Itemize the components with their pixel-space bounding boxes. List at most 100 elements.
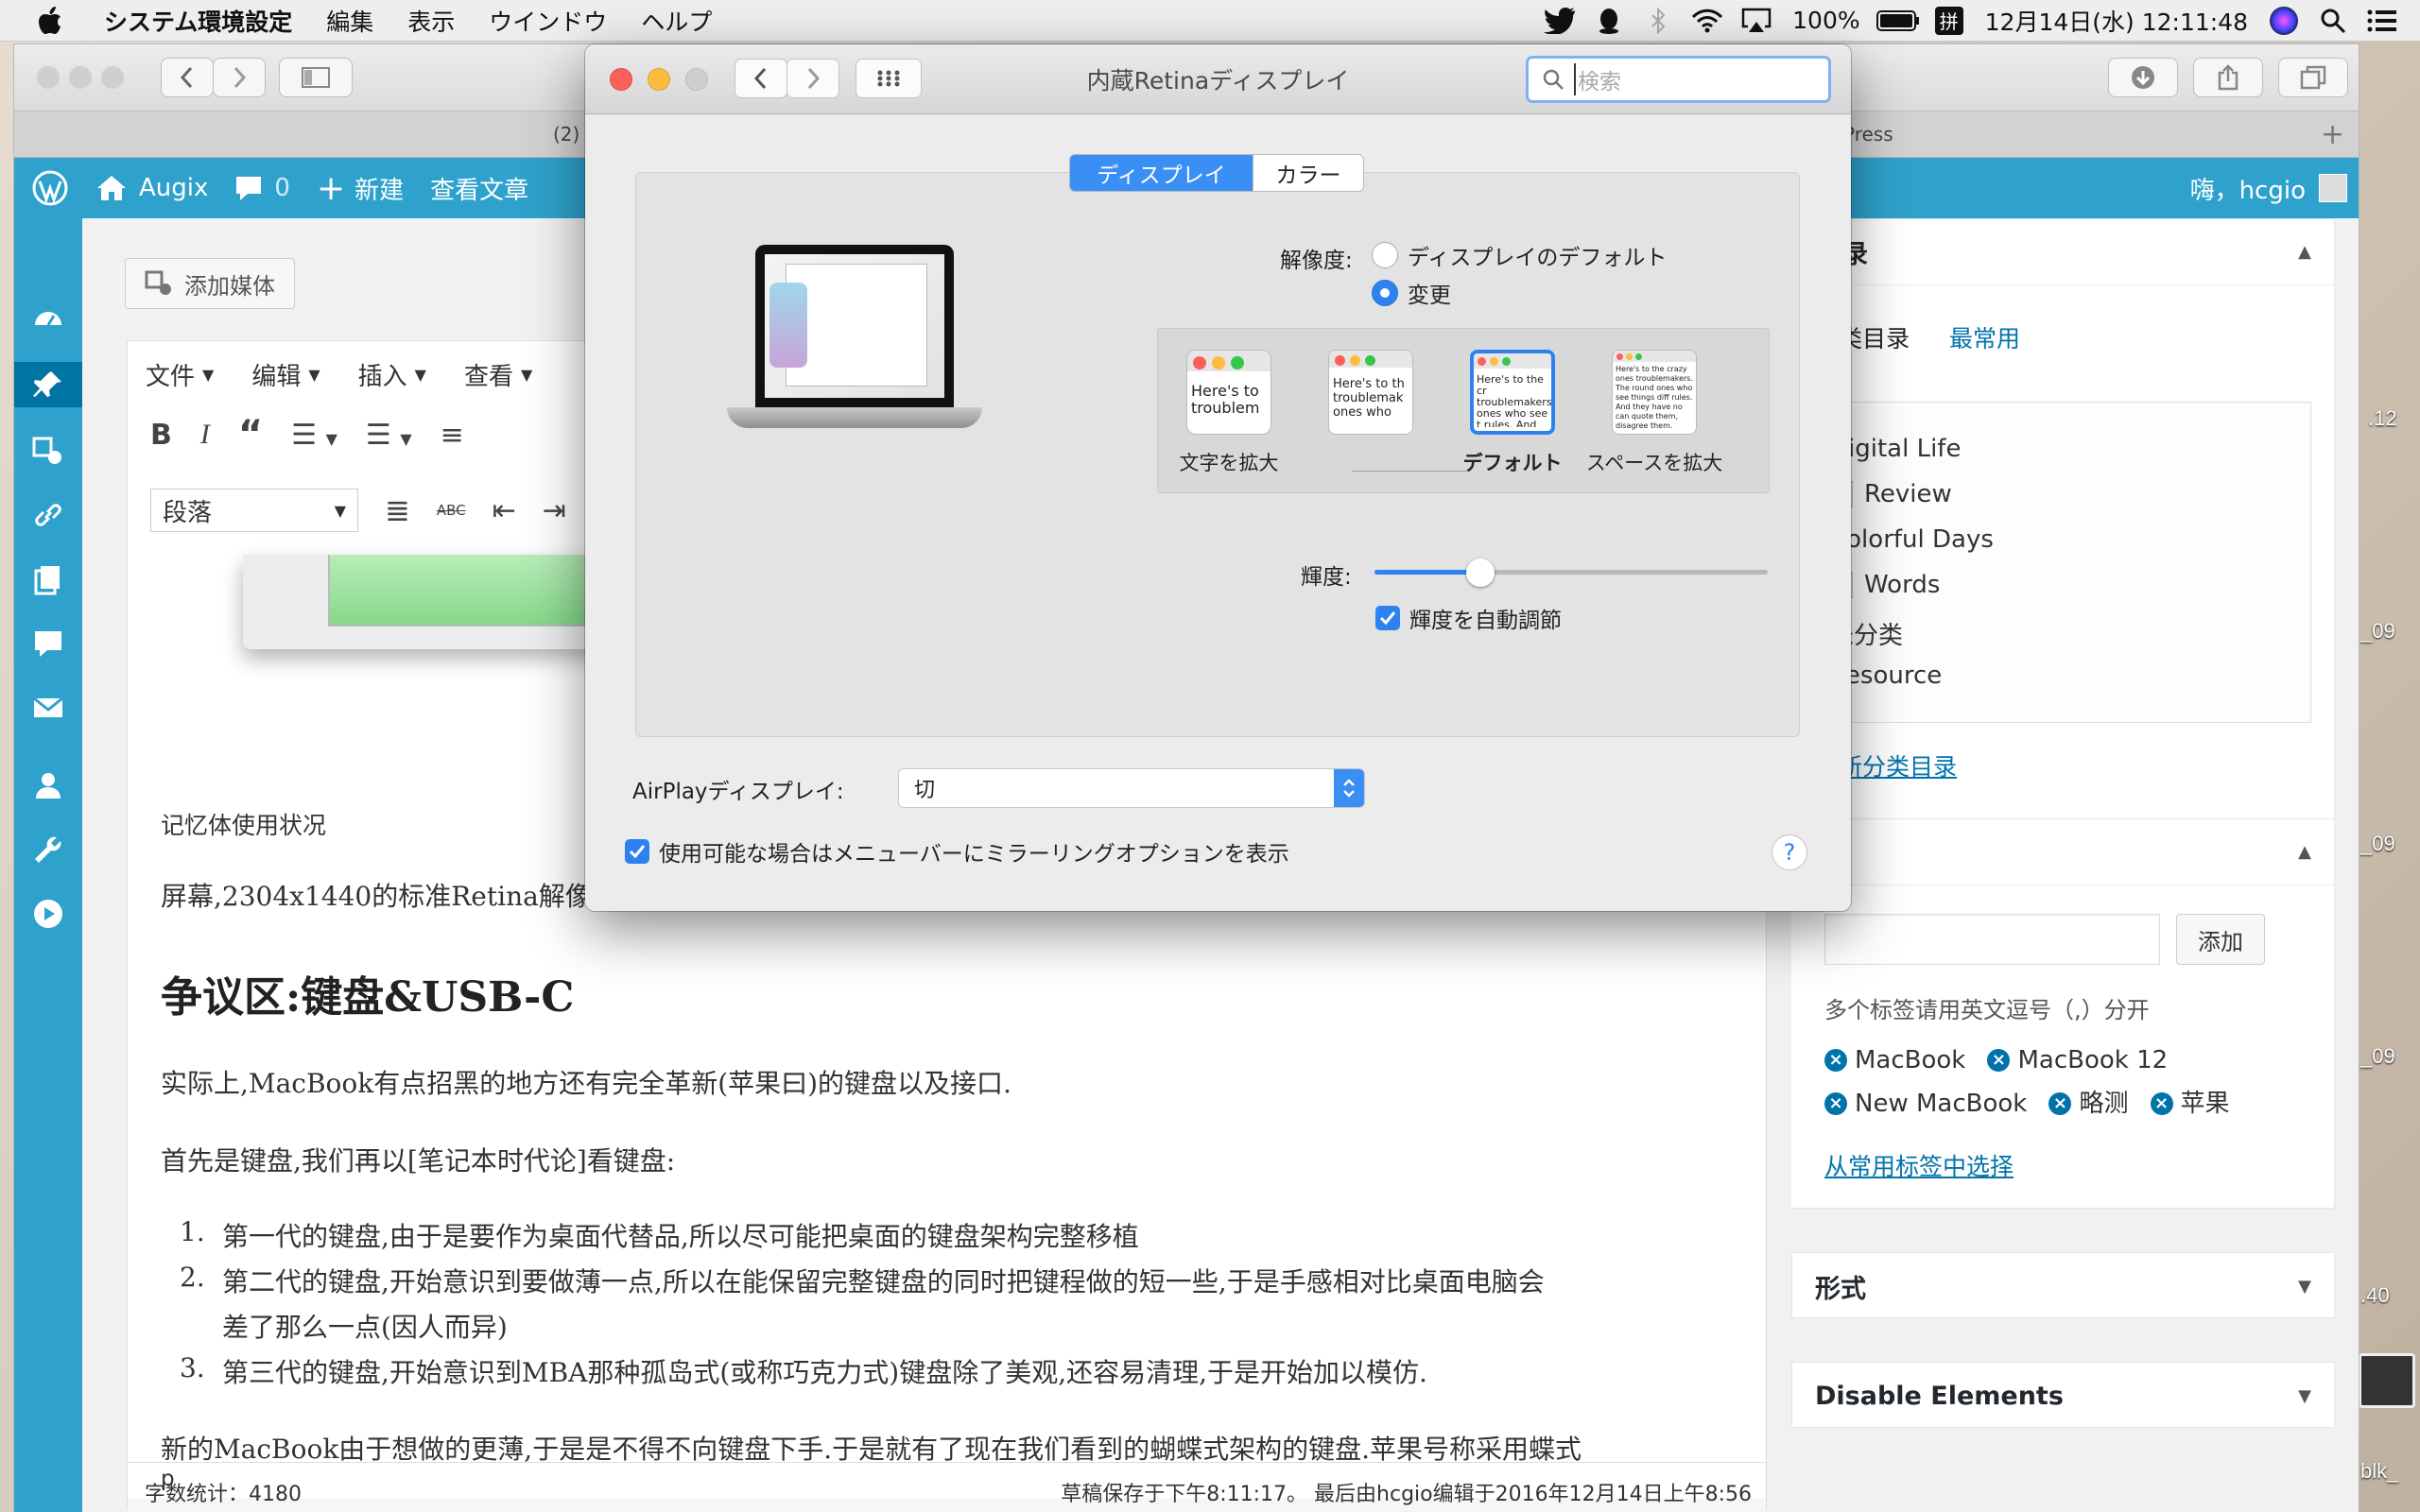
mirror-checkbox[interactable] bbox=[625, 839, 649, 864]
resolution-default-option[interactable]: ディスプレイのデフォルト bbox=[1372, 239, 1667, 271]
prefs-search-field[interactable]: 検索 bbox=[1526, 56, 1831, 103]
back-button[interactable] bbox=[161, 58, 214, 97]
airplay-select[interactable]: 切 bbox=[898, 768, 1365, 808]
downloads-icon[interactable] bbox=[2108, 58, 2178, 97]
menu-window[interactable]: ウインドウ bbox=[472, 0, 624, 41]
disable-elements-title[interactable]: Disable Elements ▼ bbox=[1792, 1363, 2334, 1429]
siri-icon[interactable] bbox=[2259, 0, 2308, 42]
prefs-minimize-button[interactable] bbox=[648, 68, 670, 91]
tabs-overview-icon[interactable] bbox=[2278, 58, 2348, 97]
menu-view[interactable]: 表示 bbox=[390, 0, 472, 41]
wordpress-logo-icon[interactable] bbox=[14, 158, 82, 218]
italic-icon[interactable]: I bbox=[200, 419, 210, 451]
view-post-link[interactable]: 查看文章 bbox=[417, 158, 542, 218]
bold-icon[interactable]: B bbox=[150, 419, 172, 452]
account-menu[interactable]: 嗨，hcgio bbox=[2177, 158, 2359, 218]
numbered-list-icon[interactable]: ☰ ▼ bbox=[366, 419, 412, 452]
remove-tag-icon[interactable]: × bbox=[1987, 1049, 2011, 1072]
prefs-back-button[interactable] bbox=[735, 59, 787, 98]
auto-brightness-checkbox[interactable] bbox=[1375, 606, 1400, 630]
scale-option-larger-text[interactable]: Here's to troublem 文字を拡大 bbox=[1158, 350, 1300, 476]
scale-option-2[interactable]: Here's to th troublemak ones who bbox=[1300, 350, 1442, 448]
add-tag-button[interactable]: 添加 bbox=[2176, 914, 2265, 965]
users-icon[interactable] bbox=[26, 763, 71, 808]
battery-icon[interactable] bbox=[1872, 0, 1925, 42]
strikethrough-icon[interactable]: ABC bbox=[437, 502, 466, 519]
remove-tag-icon[interactable]: × bbox=[1824, 1092, 1847, 1115]
tab-left[interactable]: (2) bbox=[553, 112, 579, 157]
blockquote-icon[interactable]: “ bbox=[238, 413, 263, 456]
new-tag-input[interactable] bbox=[1824, 914, 2160, 965]
format-select[interactable]: 段落 ▼ bbox=[150, 489, 358, 532]
site-home-link[interactable]: Augix bbox=[82, 158, 221, 218]
menu-edit-mce[interactable]: 编辑 ▼ bbox=[233, 357, 338, 392]
scale-option-more-space[interactable]: Here's to the crazy ones troublemakers. … bbox=[1583, 350, 1725, 476]
categories-title[interactable]: 类目录▲ bbox=[1791, 219, 2334, 285]
prefs-close-button[interactable] bbox=[610, 68, 632, 91]
comments-link[interactable]: 0 bbox=[221, 158, 303, 218]
bullet-list-icon[interactable]: ☰ ▼ bbox=[291, 419, 337, 452]
menu-insert[interactable]: 插入 ▼ bbox=[339, 357, 445, 392]
prefs-zoom-button[interactable] bbox=[685, 68, 708, 91]
justify-icon[interactable]: ≣ bbox=[385, 492, 410, 528]
indent-icon[interactable]: ⇥ bbox=[543, 494, 566, 527]
clock[interactable]: 12月14日(水) 12:11:48 bbox=[1974, 4, 2259, 38]
radio-default-resolution[interactable] bbox=[1372, 242, 1398, 268]
outdent-icon[interactable]: ⇤ bbox=[493, 494, 516, 527]
triangle-up-icon[interactable]: ▲ bbox=[2298, 242, 2311, 262]
triangle-down-icon[interactable]: ▼ bbox=[2298, 1277, 2311, 1297]
play-icon[interactable] bbox=[26, 891, 71, 936]
add-media-button[interactable]: 添加媒体 bbox=[125, 258, 295, 309]
links-icon[interactable] bbox=[26, 492, 71, 538]
media-icon[interactable] bbox=[26, 428, 71, 473]
triangle-up-icon[interactable]: ▲ bbox=[2298, 842, 2311, 862]
zoom-button[interactable] bbox=[101, 66, 124, 89]
wifi-icon[interactable] bbox=[1683, 0, 1732, 42]
show-all-grid-icon[interactable] bbox=[856, 59, 922, 98]
qq-icon[interactable] bbox=[1584, 0, 1634, 42]
tab-color[interactable]: カラー bbox=[1253, 155, 1363, 191]
twitter-icon[interactable] bbox=[1535, 0, 1584, 42]
menu-help[interactable]: ヘルプ bbox=[624, 0, 729, 41]
apple-menu-icon[interactable] bbox=[0, 0, 87, 41]
tools-icon[interactable] bbox=[26, 827, 71, 872]
spotlight-icon[interactable] bbox=[2308, 0, 2358, 42]
remove-tag-icon[interactable]: × bbox=[1824, 1049, 1847, 1072]
help-button[interactable]: ? bbox=[1772, 834, 1807, 870]
pages-icon[interactable] bbox=[26, 557, 71, 602]
resolution-scaled-option[interactable]: 変更 bbox=[1372, 277, 1451, 309]
menu-app-name[interactable]: システム環境設定 bbox=[87, 0, 309, 41]
desktop-file-thumbnail[interactable] bbox=[2359, 1353, 2415, 1408]
menu-view-mce[interactable]: 查看 ▼ bbox=[445, 357, 551, 392]
scale-option-default[interactable]: Here's to the cr troublemakers. ones who… bbox=[1442, 350, 1583, 476]
tab-popular-categories[interactable]: 最常用 bbox=[1949, 320, 2020, 354]
share-icon[interactable] bbox=[2193, 58, 2263, 97]
align-left-icon[interactable]: ≡ bbox=[441, 419, 464, 452]
minimize-button[interactable] bbox=[69, 66, 92, 89]
input-method-icon[interactable]: 拼 bbox=[1925, 0, 1974, 42]
auto-brightness-option[interactable]: 輝度を自動調節 bbox=[1375, 602, 1562, 634]
remove-tag-icon[interactable]: × bbox=[2048, 1092, 2072, 1115]
choose-common-tags-link[interactable]: 从常用标签中选择 bbox=[1824, 1148, 2014, 1182]
remove-tag-icon[interactable]: × bbox=[2150, 1092, 2173, 1115]
mirror-option[interactable]: 使用可能な場合はメニューバーにミラーリングオプションを表示 bbox=[625, 835, 1289, 868]
bluetooth-icon[interactable] bbox=[1634, 0, 1683, 42]
radio-scaled-resolution[interactable] bbox=[1372, 280, 1398, 306]
close-button[interactable] bbox=[37, 66, 60, 89]
triangle-down-icon[interactable]: ▼ bbox=[2298, 1386, 2311, 1406]
tab-display[interactable]: ディスプレイ bbox=[1070, 155, 1253, 191]
forward-button[interactable] bbox=[213, 58, 266, 97]
dashboard-icon[interactable] bbox=[26, 298, 71, 343]
new-tab-icon[interactable]: + bbox=[2321, 112, 2344, 157]
airplay-icon[interactable] bbox=[1732, 0, 1781, 42]
comments-icon[interactable] bbox=[26, 621, 71, 666]
prefs-forward-button[interactable] bbox=[786, 59, 839, 98]
notification-center-icon[interactable] bbox=[2358, 0, 2407, 42]
format-title[interactable]: 形式 ▼ bbox=[1792, 1253, 2334, 1319]
brightness-slider[interactable] bbox=[1374, 558, 1768, 587]
menu-edit[interactable]: 編集 bbox=[309, 0, 390, 41]
posts-icon[interactable] bbox=[14, 362, 82, 407]
sidebar-toggle-icon[interactable] bbox=[279, 58, 353, 97]
menu-file[interactable]: 文件 ▼ bbox=[127, 357, 233, 392]
tags-title[interactable]: 签▲ bbox=[1791, 819, 2334, 885]
